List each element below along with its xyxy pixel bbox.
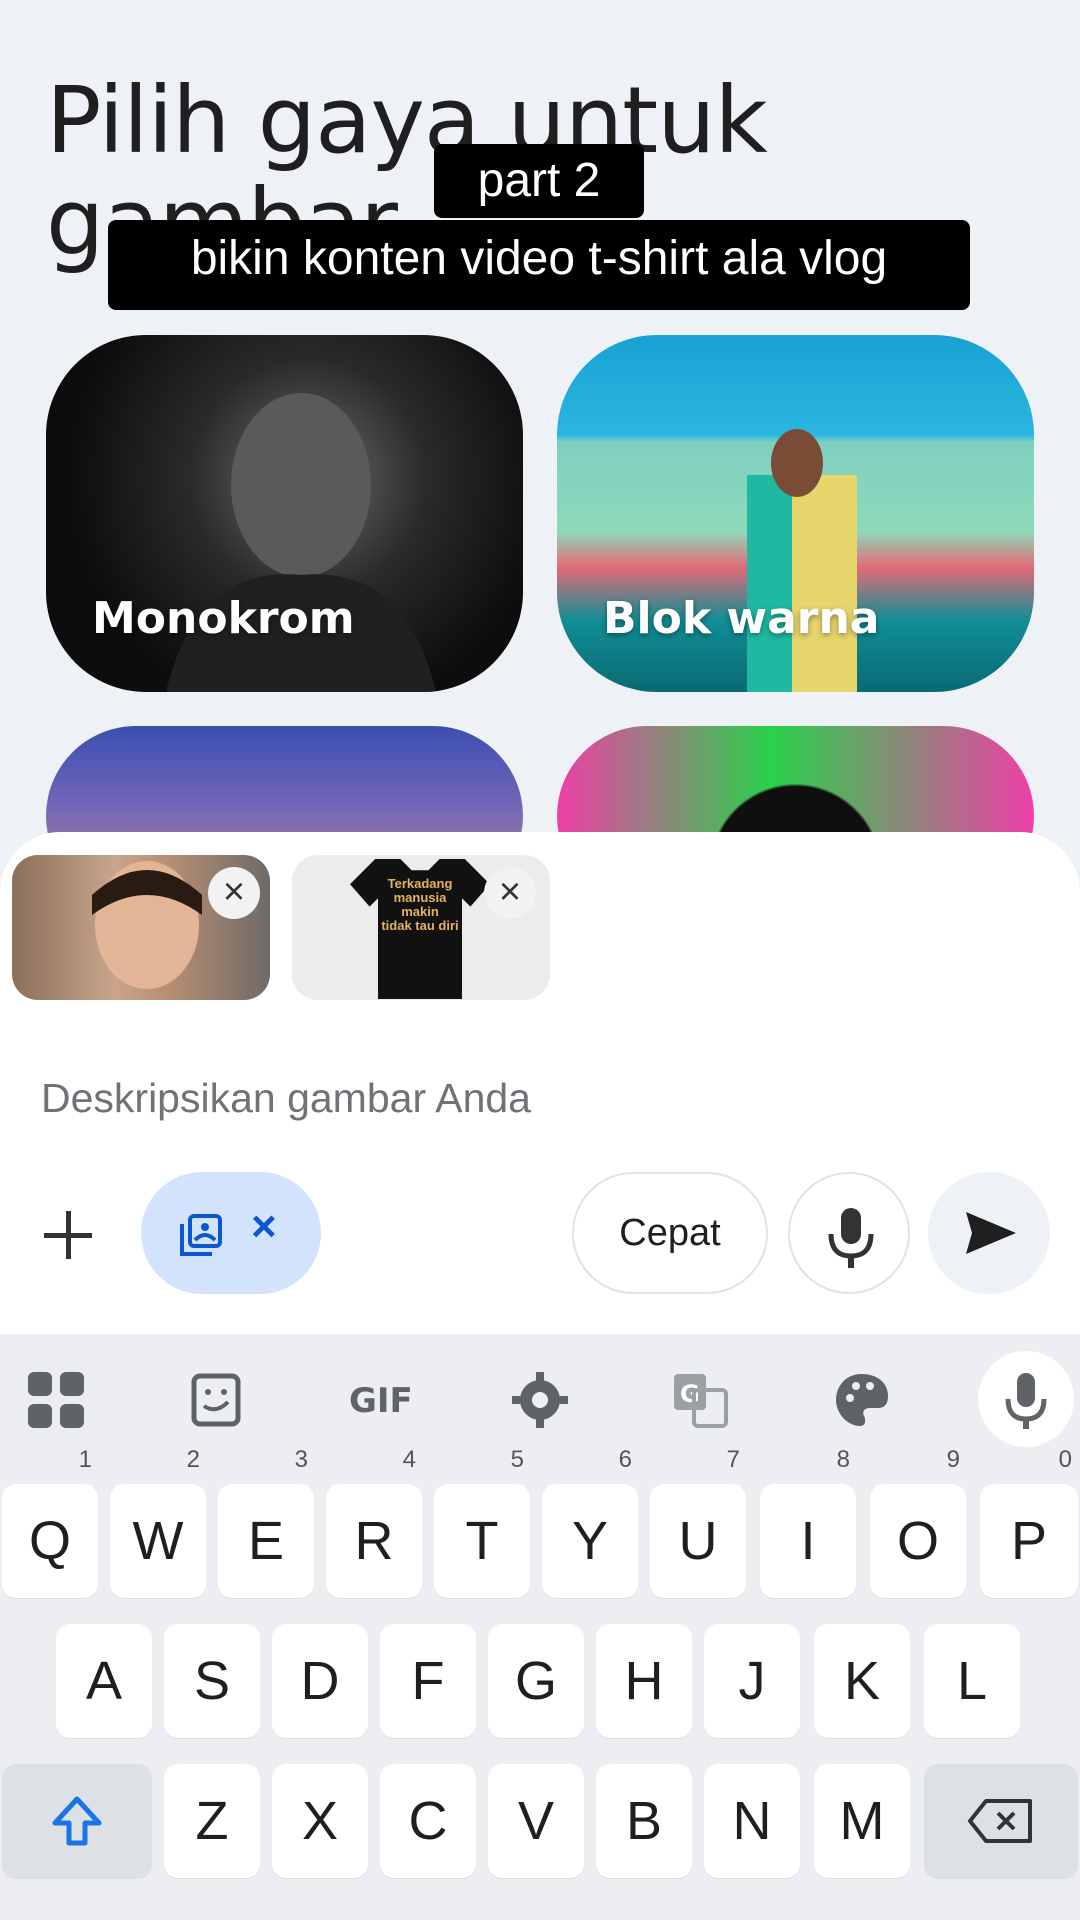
backspace-icon [968,1799,1032,1843]
key-z[interactable]: Z [164,1764,260,1878]
svg-text:G: G [680,1380,700,1408]
key-m[interactable]: M [814,1764,910,1878]
key-k[interactable]: K [814,1624,910,1738]
shift-key[interactable] [2,1764,152,1878]
speed-selector-button[interactable]: Cepat [572,1172,768,1294]
tshirt-print-text: Terkadang manusia makin tidak tau diri [381,876,459,933]
video-caption-title: bikin konten video t-shirt ala vlog [108,220,970,310]
remove-attachment-icon[interactable]: × [484,867,536,919]
key-t[interactable]: T5 [434,1448,530,1598]
image-style-chip[interactable]: × [141,1172,321,1294]
prompt-input[interactable]: Deskripsikan gambar Anda [41,1075,531,1122]
key-f[interactable]: F [380,1624,476,1738]
backspace-key[interactable] [924,1764,1078,1878]
key-d[interactable]: D [272,1624,368,1738]
translate-icon[interactable]: G [668,1368,732,1432]
attachment-thumbnail-portrait[interactable]: × [12,855,270,1000]
mic-icon [1005,1373,1047,1429]
sticker-icon[interactable] [184,1368,248,1432]
style-label: Monokrom [92,593,355,644]
key-c[interactable]: C [380,1764,476,1878]
remove-attachment-icon[interactable]: × [208,867,260,919]
key-e[interactable]: E3 [218,1448,314,1598]
style-card-monochrome[interactable]: Monokrom [46,335,523,692]
key-g[interactable]: G [488,1624,584,1738]
shift-arrow-icon [52,1796,102,1846]
key-n[interactable]: N [704,1764,800,1878]
mic-icon [828,1208,874,1268]
style-card-color-block[interactable]: Blok warna [557,335,1034,692]
style-label: Blok warna [603,593,880,644]
voice-input-button[interactable] [978,1351,1074,1447]
key-b[interactable]: B [596,1764,692,1878]
key-j[interactable]: J [704,1624,800,1738]
key-l[interactable]: L [924,1624,1020,1738]
gif-icon[interactable]: GIF [345,1368,425,1432]
palette-icon[interactable] [830,1368,894,1432]
key-i[interactable]: I8 [760,1448,856,1598]
key-v[interactable]: V [488,1764,584,1878]
attachment-thumbnail-tshirt[interactable]: Terkadang manusia makin tidak tau diri × [292,855,550,1000]
mic-button[interactable] [788,1172,910,1294]
add-icon[interactable] [38,1205,98,1265]
apps-icon[interactable] [24,1368,88,1432]
remove-chip-icon[interactable]: × [251,1202,277,1252]
key-y[interactable]: Y6 [542,1448,638,1598]
send-button[interactable] [928,1172,1050,1294]
key-p[interactable]: P0 [980,1448,1078,1598]
settings-icon[interactable] [508,1368,572,1432]
key-r[interactable]: R4 [326,1448,422,1598]
key-o[interactable]: O9 [870,1448,966,1598]
key-q[interactable]: Q1 [2,1448,98,1598]
key-x[interactable]: X [272,1764,368,1878]
key-w[interactable]: W2 [110,1448,206,1598]
key-u[interactable]: U7 [650,1448,746,1598]
image-gallery-icon [180,1214,222,1256]
send-icon [966,1212,1016,1254]
key-h[interactable]: H [596,1624,692,1738]
svg-text:GIF: GIF [349,1381,413,1421]
key-s[interactable]: S [164,1624,260,1738]
video-caption-part: part 2 [434,144,644,218]
key-a[interactable]: A [56,1624,152,1738]
